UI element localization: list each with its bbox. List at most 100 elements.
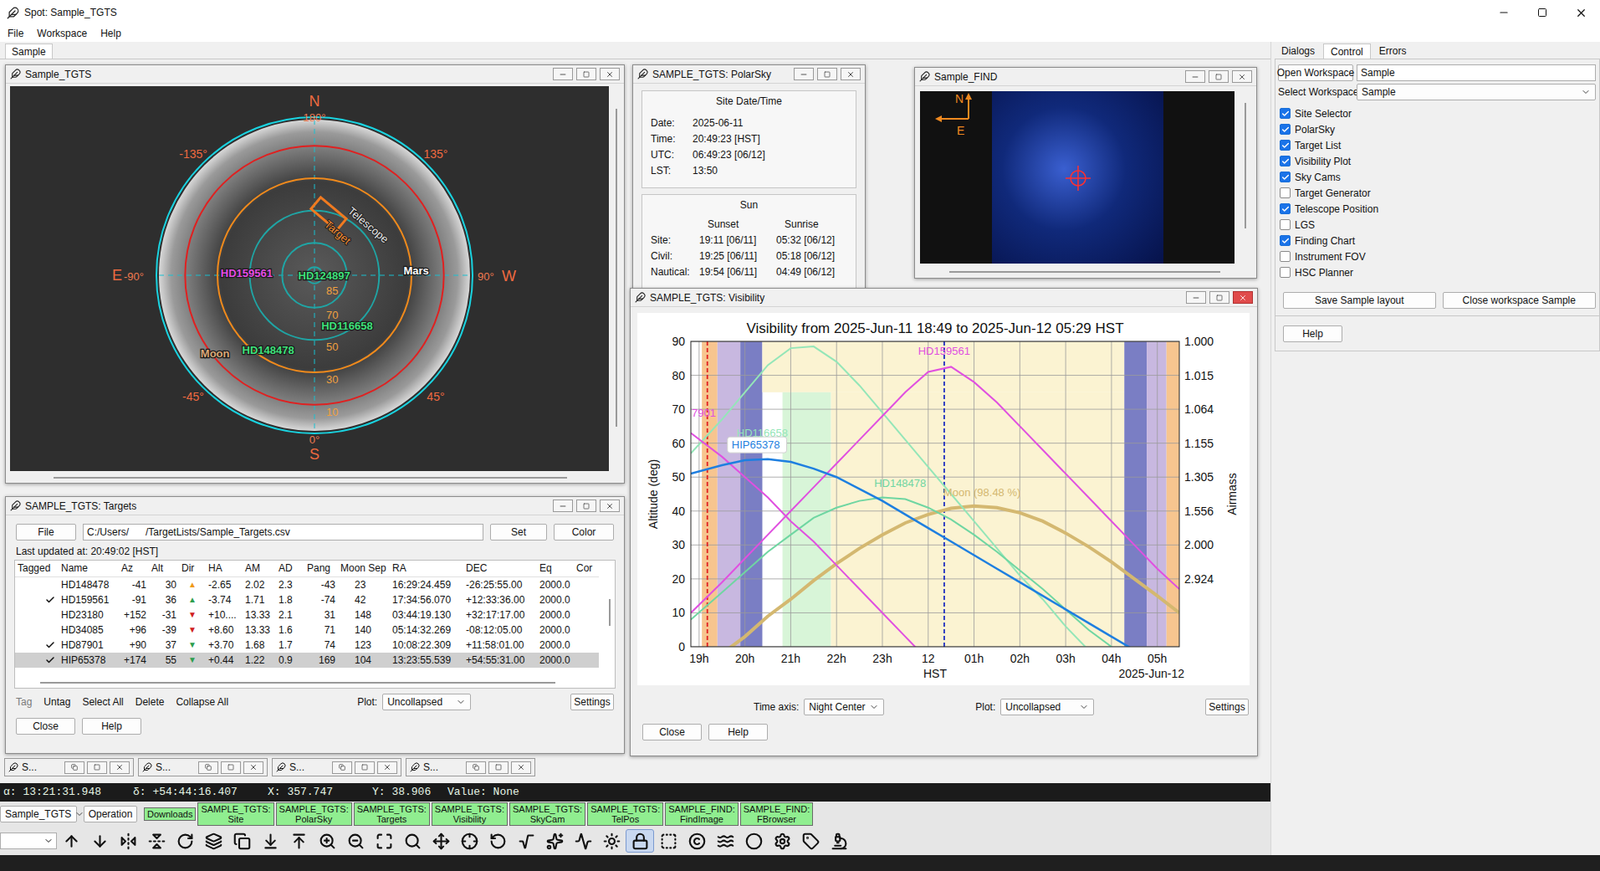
checkbox[interactable] xyxy=(1279,266,1291,278)
toolbar-button[interactable] xyxy=(255,828,285,853)
altitude-series[interactable] xyxy=(690,506,1180,647)
horizontal-scrollbar[interactable] xyxy=(915,265,1257,278)
toolbar-button[interactable] xyxy=(312,828,342,853)
app-maximize-button[interactable] xyxy=(1523,0,1562,26)
checkbox[interactable] xyxy=(1279,139,1291,151)
toolbar-button[interactable] xyxy=(540,828,569,853)
restore-button[interactable] xyxy=(576,499,597,512)
window-titlebar[interactable]: Sample_FIND xyxy=(915,67,1257,87)
close-button[interactable] xyxy=(243,761,264,774)
window-titlebar[interactable]: SAMPLE_TGTS: Visibility xyxy=(630,288,1258,307)
targets-table[interactable]: TaggedNameAzAltDirHAAMADPangMoon SepRADE… xyxy=(15,560,599,668)
checkbox[interactable] xyxy=(1279,235,1291,246)
channel-button[interactable]: SAMPLE_TGTS:Visibility xyxy=(431,802,508,826)
plugin-checkbox-row[interactable]: Finding Chart xyxy=(1277,232,1596,249)
visibility-window[interactable]: SAMPLE_TGTS: Visibility Visibility from 2… xyxy=(629,287,1258,757)
checkbox[interactable] xyxy=(1279,187,1291,199)
altitude-series[interactable] xyxy=(690,366,1180,613)
toolbar-button[interactable] xyxy=(113,828,143,853)
horizontal-scrollbar[interactable] xyxy=(15,677,615,688)
plugin-checkbox-row[interactable]: Target List xyxy=(1277,137,1596,154)
close-button[interactable] xyxy=(377,761,398,774)
minimized-window[interactable]: S... xyxy=(271,757,402,777)
channel-button[interactable]: SAMPLE_TGTS:Targets xyxy=(353,802,430,826)
altitude-series[interactable] xyxy=(690,433,1180,648)
restore-button[interactable] xyxy=(817,67,838,81)
minimize-button[interactable] xyxy=(793,67,814,81)
chart-panel[interactable]: Visibility from 2025-Jun-11 18:49 to 202… xyxy=(637,312,1250,685)
toolbar-button[interactable] xyxy=(796,828,825,853)
toolbar-button[interactable] xyxy=(625,828,655,853)
finding-chart-window[interactable]: Sample_FINDNE xyxy=(914,66,1258,279)
channel-button[interactable]: SAMPLE_TGTS:TelPos xyxy=(587,802,664,826)
dialog-button[interactable]: Close xyxy=(642,723,702,741)
select-workspace[interactable]: Sample xyxy=(1356,83,1596,101)
panel-tab[interactable]: Errors xyxy=(1372,43,1414,59)
restore-button[interactable] xyxy=(332,761,353,774)
polar-sky-plot[interactable]: 8570503010N180°0°SE-90°90°W-135°135°-45°… xyxy=(10,86,609,471)
plugin-checkbox-row[interactable]: Visibility Plot xyxy=(1277,153,1596,169)
column-header[interactable]: DEC xyxy=(463,560,537,577)
sky-target-label[interactable]: HD159561 xyxy=(220,266,273,280)
altitude-series[interactable] xyxy=(690,459,1180,647)
channel-button[interactable]: SAMPLE_FIND:FBrowser xyxy=(740,802,813,826)
maximize-button[interactable] xyxy=(86,761,108,774)
sky-target-label[interactable]: HD124897 xyxy=(298,269,351,282)
menu-item[interactable]: File xyxy=(7,25,24,41)
toolbar-button[interactable] xyxy=(56,828,86,853)
close-button[interactable] xyxy=(1231,70,1253,83)
close-button[interactable] xyxy=(109,761,130,774)
horizontal-scrollbar[interactable] xyxy=(5,472,624,483)
close-workspace-button[interactable]: Close workspace Sample xyxy=(1442,291,1597,309)
table-action[interactable]: Delete xyxy=(135,694,165,710)
toolbar-button[interactable] xyxy=(710,828,740,853)
targets-table-panel[interactable]: TaggedNameAzAltDirHAAMADPangMoon SepRADE… xyxy=(14,559,616,689)
targets-window[interactable]: SAMPLE_TGTS: TargetsFileC:/Users/ /Targe… xyxy=(5,495,625,754)
panel-tab[interactable]: Dialogs xyxy=(1274,43,1322,59)
toolbar-select[interactable] xyxy=(0,832,57,849)
minimized-window[interactable]: S... xyxy=(405,757,536,777)
toolbar-button[interactable] xyxy=(682,828,711,853)
toolbar-button[interactable] xyxy=(85,828,114,853)
table-row[interactable]: HD34085+96-39▼+8.6013.331.67114005:14:32… xyxy=(15,622,599,638)
toolbar-button[interactable] xyxy=(824,828,854,853)
column-header[interactable]: Name xyxy=(58,560,119,577)
toolbar-button[interactable] xyxy=(170,828,200,853)
window-titlebar[interactable]: SAMPLE_TGTS: Targets xyxy=(5,496,624,516)
restore-button[interactable] xyxy=(1208,70,1229,83)
toolbar-button[interactable] xyxy=(142,828,171,853)
plugin-checkbox-row[interactable]: PolarSky xyxy=(1277,121,1596,138)
table-row[interactable]: HD159561-9136▲-3.741.711.8-744217:34:56.… xyxy=(15,592,599,608)
window-titlebar[interactable]: SAMPLE_TGTS: PolarSky xyxy=(633,65,865,84)
toolbar-button[interactable] xyxy=(654,828,683,853)
checkbox[interactable] xyxy=(1279,203,1291,215)
open-workspace-button[interactable]: Open Workspace xyxy=(1277,64,1354,82)
plugin-checkbox-row[interactable]: Sky Cams xyxy=(1277,168,1596,185)
checkbox[interactable] xyxy=(1279,171,1291,183)
minimized-window[interactable]: S... xyxy=(4,757,134,777)
sky-window[interactable]: Sample_TGTS8570503010N180°0°SE-90°90°W-1… xyxy=(5,64,625,484)
plot-select[interactable]: Uncollapsed xyxy=(1000,698,1094,716)
help-button[interactable]: Help xyxy=(1283,325,1343,343)
dialog-button[interactable]: Help xyxy=(81,717,142,735)
plugin-checkbox-row[interactable]: Target Generator xyxy=(1277,184,1596,201)
toolbar-button[interactable] xyxy=(426,828,455,853)
maximize-button[interactable] xyxy=(220,761,241,774)
toolbar-button[interactable] xyxy=(767,828,797,853)
toolbar-button[interactable] xyxy=(454,828,484,853)
dialog-button[interactable]: Close xyxy=(15,717,76,735)
table-action[interactable]: Collapse All xyxy=(175,694,229,710)
table-row[interactable]: HIP65378+17455▼+0.441.220.916910413:23:5… xyxy=(15,652,599,668)
table-row[interactable]: HD87901+9037▼+3.701.681.77412310:08:22.3… xyxy=(15,637,599,653)
minimized-window[interactable]: S... xyxy=(138,757,268,777)
column-header[interactable]: Alt xyxy=(148,560,179,577)
restore-button[interactable] xyxy=(64,761,85,774)
altitude-series[interactable] xyxy=(690,497,1180,647)
column-header[interactable]: AD xyxy=(276,560,305,577)
visibility-chart[interactable]: Visibility from 2025-Jun-11 18:49 to 202… xyxy=(637,312,1250,685)
sky-target-label[interactable]: Moon xyxy=(200,347,231,360)
channel-button[interactable]: SAMPLE_TGTS:SkyCam xyxy=(509,802,586,826)
restore-button[interactable] xyxy=(198,761,219,774)
operation-button[interactable]: Operation xyxy=(83,805,138,823)
minimize-button[interactable] xyxy=(1185,291,1207,304)
